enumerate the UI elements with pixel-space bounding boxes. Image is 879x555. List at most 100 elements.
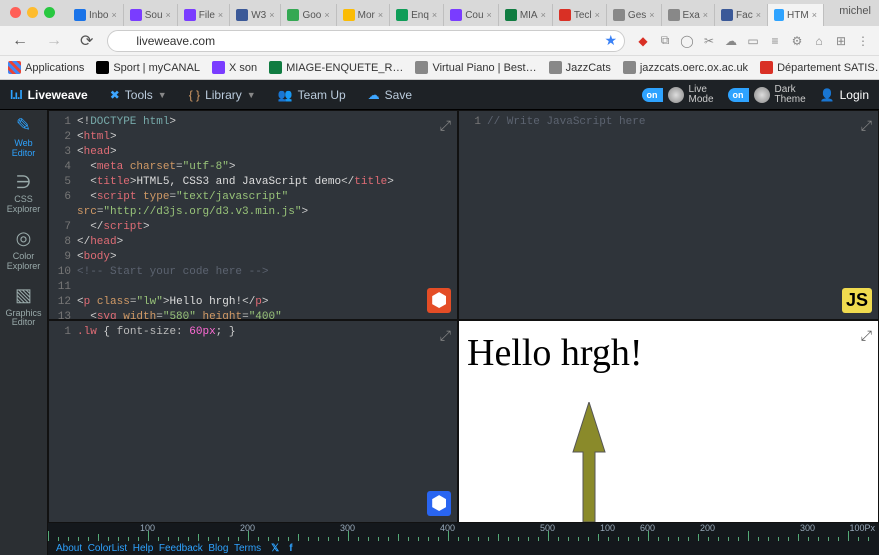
- cloud-icon: ☁: [368, 88, 380, 102]
- footer-link[interactable]: About: [56, 543, 82, 554]
- ext-icon[interactable]: ☁: [723, 33, 739, 49]
- browser-tab[interactable]: Fac×: [715, 4, 768, 26]
- close-tab-icon[interactable]: ×: [812, 10, 817, 20]
- bookmark-item[interactable]: jazzcats.oerc.ox.ac.uk: [623, 61, 748, 74]
- ext-icon[interactable]: ⚙: [789, 33, 805, 49]
- close-tab-icon[interactable]: ×: [649, 10, 654, 20]
- apps-button[interactable]: Applications: [8, 61, 84, 74]
- close-tab-icon[interactable]: ×: [269, 10, 274, 20]
- twitter-icon[interactable]: 𝕏: [271, 543, 279, 554]
- css-editor-pane[interactable]: ⤢ 1.lw { font-size: 60px; } ⬢: [48, 320, 458, 523]
- js-editor-pane[interactable]: ⤢ 1// Write JavaScript here JS: [458, 110, 879, 320]
- ext-icon[interactable]: ◆: [635, 33, 651, 49]
- bookmark-label: JazzCats: [566, 62, 611, 74]
- address-input[interactable]: [107, 30, 625, 52]
- ext-icon[interactable]: ▭: [745, 33, 761, 49]
- close-tab-icon[interactable]: ×: [595, 10, 600, 20]
- close-tab-icon[interactable]: ×: [487, 10, 492, 20]
- extension-icons: ◆ ⧉ ◯ ✂ ☁ ▭ ≡ ⚙ ⌂ ⊞ ⋮: [635, 33, 871, 49]
- bookmark-item[interactable]: Département SATIS…: [760, 61, 879, 74]
- ext-icon[interactable]: ≡: [767, 33, 783, 49]
- browser-tab[interactable]: MIA×: [499, 4, 553, 26]
- browser-tab[interactable]: Goo×: [281, 4, 336, 26]
- forward-button[interactable]: →: [42, 32, 66, 50]
- rail-item-color[interactable]: ◎ColorExplorer: [7, 229, 41, 272]
- browser-tab[interactable]: HTM×: [768, 4, 824, 26]
- close-tab-icon[interactable]: ×: [324, 10, 329, 20]
- bookmark-item[interactable]: JazzCats: [549, 61, 611, 74]
- footer-link[interactable]: Terms: [234, 543, 261, 554]
- dark-theme-toggle[interactable]: on DarkTheme: [728, 85, 806, 105]
- expand-icon[interactable]: ⤢: [440, 327, 451, 344]
- tab-label: HTM: [787, 10, 809, 21]
- ext-icon[interactable]: ⧉: [657, 33, 673, 49]
- tab-label: MIA: [520, 10, 538, 21]
- back-button[interactable]: ←: [8, 32, 32, 50]
- bookmark-item[interactable]: MIAGE-ENQUETE_R…: [269, 61, 403, 74]
- close-tab-icon[interactable]: ×: [378, 10, 383, 20]
- html-editor-pane[interactable]: ⤢ 123456 78910111213 14<!DOCTYPE html><h…: [48, 110, 458, 320]
- browser-tab[interactable]: Exa×: [662, 4, 716, 26]
- reload-button[interactable]: ⟳: [76, 31, 97, 51]
- tools-menu[interactable]: ✖Tools▼: [110, 88, 167, 102]
- bookmark-star-icon[interactable]: ★: [604, 32, 617, 49]
- tab-label: Fac: [736, 10, 753, 21]
- close-tab-icon[interactable]: ×: [432, 10, 437, 20]
- footer-link[interactable]: Blog: [208, 543, 228, 554]
- rail-icon: ▧: [15, 286, 32, 306]
- live-mode-toggle[interactable]: on LiveMode: [642, 85, 714, 105]
- favicon-icon: [343, 9, 355, 21]
- tab-label: Enq: [411, 10, 429, 21]
- tab-label: Inbo: [89, 10, 108, 21]
- facebook-icon[interactable]: f: [289, 543, 292, 554]
- login-button[interactable]: 👤Login: [820, 88, 869, 102]
- menu-icon[interactable]: ⋮: [855, 33, 871, 49]
- footer-link[interactable]: ColorList: [88, 543, 127, 554]
- save-button[interactable]: ☁Save: [368, 88, 412, 102]
- browser-tab[interactable]: Inbo×: [68, 4, 124, 26]
- maximize-window-icon[interactable]: [44, 7, 55, 18]
- close-tab-icon[interactable]: ×: [166, 10, 171, 20]
- browser-tab[interactable]: Mor×: [337, 4, 391, 26]
- close-tab-icon[interactable]: ×: [756, 10, 761, 20]
- bookmark-item[interactable]: Sport | myCANAL: [96, 61, 200, 74]
- rail-item-css[interactable]: ∋CSSExplorer: [7, 173, 41, 216]
- browser-tab[interactable]: Enq×: [390, 4, 444, 26]
- ext-icon[interactable]: ✂: [701, 33, 717, 49]
- favicon-icon: [721, 9, 733, 21]
- tab-label: W3: [251, 10, 266, 21]
- close-tab-icon[interactable]: ×: [218, 10, 223, 20]
- expand-icon[interactable]: ⤢: [440, 117, 451, 134]
- close-window-icon[interactable]: [10, 7, 21, 18]
- ext-icon[interactable]: ◯: [679, 33, 695, 49]
- ext-icon[interactable]: ⌂: [811, 33, 827, 49]
- footer-link[interactable]: Feedback: [159, 543, 203, 554]
- close-tab-icon[interactable]: ×: [541, 10, 546, 20]
- app-logo[interactable]: l.ı.l Liveweave: [10, 88, 88, 102]
- toggle-knob-icon: [754, 87, 770, 103]
- browser-tab[interactable]: Ges×: [607, 4, 662, 26]
- bookmark-item[interactable]: Virtual Piano | Best…: [415, 61, 536, 74]
- rail-item-web[interactable]: ✎WebEditor: [12, 116, 36, 159]
- minimize-window-icon[interactable]: [27, 7, 38, 18]
- library-menu[interactable]: { }Library▼: [189, 88, 256, 102]
- browser-tab[interactable]: File×: [178, 4, 230, 26]
- teamup-button[interactable]: 👥Team Up: [278, 88, 346, 102]
- tab-label: Sou: [145, 10, 163, 21]
- bookmark-item[interactable]: X son: [212, 61, 257, 74]
- browser-tab[interactable]: Cou×: [444, 4, 499, 26]
- close-tab-icon[interactable]: ×: [703, 10, 708, 20]
- browser-tab[interactable]: Tecl×: [553, 4, 607, 26]
- liveweave-app: l.ı.l Liveweave ✖Tools▼ { }Library▼ 👥Tea…: [0, 80, 879, 555]
- browser-tab[interactable]: W3×: [230, 4, 281, 26]
- expand-icon[interactable]: ⤢: [861, 117, 872, 134]
- ext-icon[interactable]: ⊞: [833, 33, 849, 49]
- expand-icon[interactable]: ⤢: [861, 327, 872, 344]
- bookmark-favicon-icon: [760, 61, 773, 74]
- footer-link[interactable]: Help: [133, 543, 154, 554]
- rail-item-graphics[interactable]: ▧GraphicsEditor: [5, 286, 41, 329]
- people-icon: 👥: [278, 88, 293, 102]
- profile-name[interactable]: michel: [839, 5, 871, 17]
- close-tab-icon[interactable]: ×: [111, 10, 116, 20]
- browser-tab[interactable]: Sou×: [124, 4, 178, 26]
